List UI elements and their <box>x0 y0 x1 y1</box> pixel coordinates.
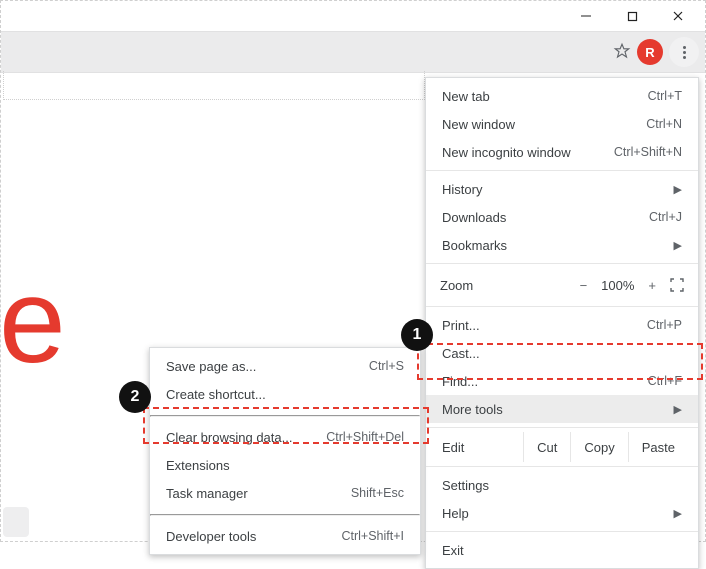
bottom-left-chip <box>3 507 29 537</box>
menu-label: Cast... <box>442 346 480 361</box>
menu-item-downloads[interactable]: Downloads Ctrl+J <box>426 203 698 231</box>
edit-paste-button[interactable]: Paste <box>628 432 688 462</box>
more-tools-submenu: Save page as... Ctrl+S Create shortcut..… <box>149 347 421 555</box>
fullscreen-icon[interactable] <box>670 278 684 292</box>
menu-label: Developer tools <box>166 529 256 544</box>
menu-shortcut: Shift+Esc <box>351 486 404 500</box>
submenu-arrow-icon: ▶ <box>674 507 682 520</box>
submenu-item-save-page[interactable]: Save page as... Ctrl+S <box>150 352 420 380</box>
submenu-item-extensions[interactable]: Extensions <box>150 451 420 479</box>
chrome-main-menu: New tab Ctrl+T New window Ctrl+N New inc… <box>425 77 699 569</box>
menu-shortcut: Ctrl+N <box>646 117 682 131</box>
menu-shortcut: Ctrl+F <box>648 374 682 388</box>
callout-badge-1: 1 <box>401 319 433 351</box>
menu-shortcut: Ctrl+T <box>648 89 682 103</box>
menu-shortcut: Ctrl+S <box>369 359 404 373</box>
menu-item-help[interactable]: Help ▶ <box>426 499 698 527</box>
zoom-label: Zoom <box>440 278 473 293</box>
menu-label: Bookmarks <box>442 238 507 253</box>
menu-label: New incognito window <box>442 145 571 160</box>
menu-item-new-window[interactable]: New window Ctrl+N <box>426 110 698 138</box>
edit-label: Edit <box>436 440 523 455</box>
menu-item-bookmarks[interactable]: Bookmarks ▶ <box>426 231 698 259</box>
menu-label: Extensions <box>166 458 230 473</box>
zoom-level: 100% <box>601 278 634 293</box>
menu-label: Downloads <box>442 210 506 225</box>
menu-shortcut: Ctrl+Shift+I <box>341 529 404 543</box>
menu-shortcut: Ctrl+Shift+N <box>614 145 682 159</box>
submenu-arrow-icon: ▶ <box>674 183 682 196</box>
menu-label: More tools <box>442 402 503 417</box>
edit-copy-button[interactable]: Copy <box>570 432 627 462</box>
submenu-item-developer-tools[interactable]: Developer tools Ctrl+Shift+I <box>150 522 420 550</box>
google-logo-fragment: e <box>0 261 66 381</box>
menu-item-exit[interactable]: Exit <box>426 536 698 564</box>
menu-item-find[interactable]: Find... Ctrl+F <box>426 367 698 395</box>
menu-item-new-incognito[interactable]: New incognito window Ctrl+Shift+N <box>426 138 698 166</box>
submenu-item-create-shortcut[interactable]: Create shortcut... <box>150 380 420 408</box>
edit-cut-button[interactable]: Cut <box>523 432 570 462</box>
menu-item-cast[interactable]: Cast... <box>426 339 698 367</box>
menu-label: Settings <box>442 478 489 493</box>
menu-label: Help <box>442 506 469 521</box>
tab-strip-stub <box>3 71 425 100</box>
profile-avatar[interactable]: R <box>637 39 663 65</box>
chrome-menu-button[interactable] <box>669 37 699 67</box>
window-maximize-button[interactable] <box>609 1 655 31</box>
window-close-button[interactable] <box>655 1 701 31</box>
menu-item-print[interactable]: Print... Ctrl+P <box>426 311 698 339</box>
menu-label: History <box>442 182 482 197</box>
menu-item-new-tab[interactable]: New tab Ctrl+T <box>426 82 698 110</box>
submenu-arrow-icon: ▶ <box>674 403 682 416</box>
menu-label: Save page as... <box>166 359 256 374</box>
menu-label: Clear browsing data... <box>166 430 292 445</box>
menu-item-history[interactable]: History ▶ <box>426 175 698 203</box>
window-minimize-button[interactable] <box>563 1 609 31</box>
bookmark-star-icon[interactable] <box>613 42 631 63</box>
menu-shortcut: Ctrl+Shift+Del <box>326 430 404 444</box>
submenu-arrow-icon: ▶ <box>674 239 682 252</box>
menu-label: Find... <box>442 374 478 389</box>
callout-badge-2: 2 <box>119 381 151 413</box>
window-titlebar <box>1 1 705 31</box>
menu-item-settings[interactable]: Settings <box>426 471 698 499</box>
menu-item-more-tools[interactable]: More tools ▶ <box>426 395 698 423</box>
menu-label: Create shortcut... <box>166 387 266 402</box>
avatar-letter: R <box>645 45 654 60</box>
menu-label: Print... <box>442 318 480 333</box>
menu-label: New window <box>442 117 515 132</box>
submenu-item-clear-browsing-data[interactable]: Clear browsing data... Ctrl+Shift+Del <box>150 423 420 451</box>
menu-item-zoom: Zoom − 100% + <box>426 268 698 302</box>
menu-item-edit-row: Edit Cut Copy Paste <box>426 432 698 462</box>
browser-toolbar: R <box>1 31 705 73</box>
menu-label: Task manager <box>166 486 248 501</box>
menu-shortcut: Ctrl+P <box>647 318 682 332</box>
zoom-in-button[interactable]: + <box>648 278 656 293</box>
submenu-item-task-manager[interactable]: Task manager Shift+Esc <box>150 479 420 507</box>
zoom-out-button[interactable]: − <box>580 278 588 293</box>
kebab-icon <box>683 46 686 59</box>
menu-shortcut: Ctrl+J <box>649 210 682 224</box>
menu-label: New tab <box>442 89 490 104</box>
menu-label: Exit <box>442 543 464 558</box>
